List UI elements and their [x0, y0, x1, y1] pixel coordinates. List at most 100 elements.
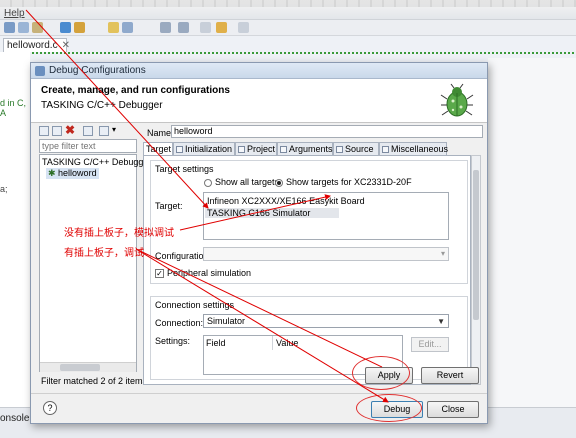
code-fragment: a; [0, 184, 8, 194]
tree-label: helloword [58, 168, 97, 178]
delete-icon[interactable]: ✖ [65, 123, 75, 137]
select-value: Simulator [207, 316, 246, 326]
tab-label: Source [345, 144, 374, 154]
radio-label: Show targets for XC2331D-20F [286, 177, 412, 187]
radio-label: Show all targets [215, 177, 280, 187]
tree-label: TASKING C/C++ Debugger [42, 157, 152, 167]
debug-toolbar-icon[interactable] [60, 22, 71, 33]
save-icon[interactable] [18, 22, 29, 33]
filter-status: Filter matched 2 of 2 items [41, 376, 148, 386]
annotation-simulate: 没有插上板子，模拟调试 [64, 228, 174, 239]
scroll-thumb[interactable] [473, 170, 479, 320]
list-item-selected[interactable]: TASKING C166 Simulator [205, 208, 339, 218]
edit-button[interactable]: Edit... [411, 337, 449, 352]
highlight-circle-apply [352, 356, 410, 390]
console-tab[interactable]: onsole [0, 413, 29, 424]
last-edit-icon[interactable] [200, 22, 211, 33]
back-icon[interactable] [216, 22, 227, 33]
show-all-targets-radio[interactable] [204, 179, 212, 187]
peripheral-label: Peripheral simulation [167, 268, 252, 278]
debug-configurations-dialog: Debug Configurations Create, manage, and… [30, 62, 488, 424]
chevron-down-icon[interactable]: ▾ [112, 125, 116, 134]
filter-input[interactable] [39, 139, 137, 153]
show-icon[interactable] [122, 22, 133, 33]
tab-label: Initialization [185, 144, 233, 154]
tab-label: Miscellaneous [391, 144, 449, 154]
prev-annotation-icon[interactable] [178, 22, 189, 33]
ide-toolbar [0, 20, 576, 36]
group-title: Target settings [155, 164, 214, 174]
config-tree: TASKING C/C++ Debugger ✱ helloword [39, 154, 151, 372]
debug-icon [35, 66, 45, 76]
source-icon [336, 146, 343, 153]
header-subtitle: TASKING C/C++ Debugger [41, 100, 163, 111]
column-header: Field [206, 338, 226, 348]
filter-icon[interactable] [99, 126, 109, 136]
bug-icon: ✱ [48, 168, 59, 178]
target-tab-panel: Target settings Show all targets Show ta… [143, 155, 471, 385]
connection-label: Connection: [155, 318, 204, 328]
new-config-icon[interactable] [39, 126, 49, 136]
highlight-circle-debug [356, 394, 422, 422]
new-icon[interactable] [4, 22, 15, 33]
show-targets-for-radio[interactable] [275, 179, 283, 187]
tab-project[interactable]: Project [235, 142, 277, 155]
open-perspective-icon[interactable] [108, 22, 119, 33]
target-list[interactable]: Infineon XC2XXX/XE166 Easykit Board TASK… [203, 192, 449, 240]
column-header: Value [276, 338, 299, 348]
next-annotation-icon[interactable] [160, 22, 171, 33]
tree-item-debugger[interactable]: TASKING C/C++ Debugger [42, 157, 151, 167]
tab-miscellaneous[interactable]: Miscellaneous [379, 142, 449, 155]
close-button[interactable]: Close [427, 401, 479, 418]
target-label: Target: [155, 201, 183, 211]
tree-item-helloword[interactable]: ✱ helloword [46, 168, 99, 179]
tab-target[interactable]: Target [143, 142, 173, 156]
print-icon[interactable] [32, 22, 43, 33]
tab-arguments[interactable]: Arguments [277, 142, 333, 155]
editor-area[interactable]: d in C, A a; [0, 52, 30, 407]
help-button[interactable]: ? [43, 401, 57, 415]
collapse-all-icon[interactable] [83, 126, 93, 136]
scroll-thumb[interactable] [60, 364, 100, 371]
config-toolbar: ✖ ▾ [39, 123, 139, 139]
settings-label: Settings: [155, 336, 191, 346]
revert-button[interactable]: Revert [421, 367, 479, 384]
peripheral-checkbox[interactable]: ✓ [155, 269, 164, 278]
connection-select[interactable]: Simulator ▼ [203, 314, 449, 328]
name-label: Name: [147, 128, 174, 138]
misc-icon [382, 146, 389, 153]
divider [31, 393, 487, 394]
panel-vscrollbar[interactable] [471, 155, 481, 385]
header-title: Create, manage, and run configurations [41, 85, 230, 96]
tab-label: Target [146, 144, 172, 154]
dialog-titlebar[interactable]: Debug Configurations [31, 63, 487, 79]
list-item[interactable]: Infineon XC2XXX/XE166 Easykit Board [207, 196, 365, 206]
editor-divider [0, 52, 576, 54]
editor-tab[interactable]: helloword.c ✕ [3, 38, 70, 52]
chevron-down-icon: ▼ [437, 317, 445, 326]
bug-icon [440, 83, 474, 117]
duplicate-icon[interactable] [52, 126, 62, 136]
annotation-board: 有插上板子，调试 [64, 248, 144, 259]
config-tabs: Target Initialization Project Arguments … [143, 142, 483, 156]
editor-right-area [488, 58, 576, 407]
code-fragment: d in C, A [0, 98, 27, 118]
tab-initialization[interactable]: Initialization [173, 142, 235, 155]
dialog-header: Create, manage, and run configurations T… [31, 79, 487, 123]
name-field[interactable]: helloword [171, 125, 483, 138]
close-icon[interactable]: ✕ [62, 40, 70, 51]
init-icon [176, 146, 183, 153]
forward-icon[interactable] [238, 22, 249, 33]
tree-hscrollbar[interactable] [40, 362, 136, 372]
ide-menubar [0, 0, 576, 20]
target-settings-group: Target settings Show all targets Show ta… [150, 160, 468, 284]
project-icon [238, 146, 245, 153]
tab-source[interactable]: Source [333, 142, 379, 155]
dialog-title: Debug Configurations [49, 65, 146, 76]
help-menu[interactable]: Help [4, 8, 25, 19]
build-icon[interactable] [74, 22, 85, 33]
config-editor: Name: helloword Target Initialization Pr… [141, 125, 483, 385]
configuration-select[interactable]: ▾ [203, 247, 449, 261]
tab-label: Arguments [289, 144, 333, 154]
group-title: Connection settings [155, 300, 235, 310]
